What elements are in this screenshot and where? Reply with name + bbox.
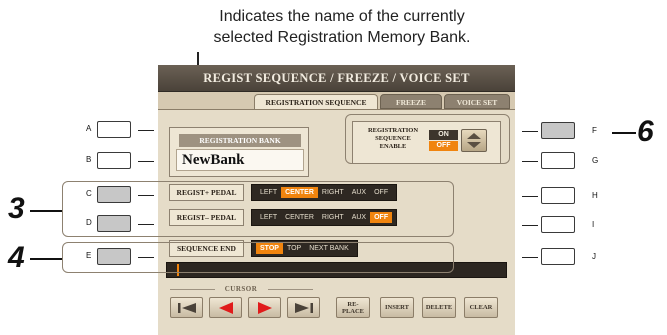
callout-3-line [30, 210, 62, 212]
replace-button-label: RE- PLACE [342, 301, 364, 315]
cursor-next-button[interactable] [248, 297, 281, 318]
key-letter-c: C [86, 189, 92, 198]
insert-button-label: INSERT [385, 304, 409, 311]
cursor-prev-button[interactable] [209, 297, 242, 318]
key-letter-f: F [592, 126, 597, 135]
key-letter-a: A [86, 124, 92, 133]
registration-bank-label: REGISTRATION BANK [179, 134, 301, 147]
delete-button-label: DELETE [425, 304, 453, 311]
arrow-left-icon [218, 301, 233, 314]
cursor-label: CURSOR [224, 285, 258, 293]
insert-button[interactable]: INSERT [380, 297, 414, 318]
key-letter-b: B [86, 155, 92, 164]
side-button-f-line [522, 131, 538, 132]
key-letter-h: H [592, 191, 598, 200]
side-button-h-line [522, 196, 538, 197]
key-letter-d: D [86, 218, 92, 227]
key-letter-e: E [86, 251, 92, 260]
side-button-f[interactable] [541, 122, 575, 139]
side-button-a[interactable] [97, 121, 131, 138]
delete-button[interactable]: DELETE [422, 297, 456, 318]
key-letter-g: G [592, 156, 599, 165]
tab-registration-sequence[interactable]: REGISTRATION SEQUENCE [254, 94, 378, 109]
side-button-d-line [138, 224, 154, 225]
callout-number-6: 6 [637, 115, 654, 148]
side-button-b[interactable] [97, 152, 131, 169]
side-button-g-line [522, 161, 538, 162]
replace-label-line-1: RE- [347, 300, 359, 308]
side-button-h[interactable] [541, 187, 575, 204]
side-button-c-line [138, 195, 154, 196]
sequence-enable-highlight [345, 114, 510, 164]
registration-bank-box: REGISTRATION BANK NewBank [169, 127, 309, 177]
caption-line-1: Indicates the name of the currently [219, 8, 465, 25]
clear-button[interactable]: CLEAR [464, 297, 498, 318]
tab-voice-set[interactable]: VOICE SET [444, 94, 510, 109]
side-button-e[interactable] [97, 248, 131, 265]
side-button-i-line [522, 225, 538, 226]
side-button-j-line [522, 257, 538, 258]
side-button-d[interactable] [97, 215, 131, 232]
side-button-g[interactable] [541, 152, 575, 169]
side-button-j[interactable] [541, 248, 575, 265]
replace-label-line-2: PLACE [341, 307, 365, 315]
cursor-last-button[interactable] [287, 297, 320, 318]
skip-first-icon [177, 302, 196, 313]
callout-6-line [612, 132, 636, 134]
side-button-a-line [138, 130, 154, 131]
page-title: REGIST SEQUENCE / FREEZE / VOICE SET [158, 65, 515, 92]
clear-button-label: CLEAR [469, 304, 493, 311]
side-button-e-line [138, 257, 154, 258]
cursor-first-button[interactable] [170, 297, 203, 318]
callout-number-3: 3 [8, 192, 25, 225]
callout-4-line [30, 258, 62, 260]
key-letter-j: J [592, 252, 596, 261]
skip-last-icon [294, 302, 313, 313]
side-button-i[interactable] [541, 216, 575, 233]
arrow-right-icon [257, 301, 272, 314]
replace-button[interactable]: RE- PLACE [336, 297, 370, 318]
caption: Indicates the name of the currently sele… [152, 6, 532, 48]
caption-line-2: selected Registration Memory Bank. [213, 29, 471, 46]
tab-freeze[interactable]: FREEZE [380, 94, 442, 109]
side-button-b-line [138, 161, 154, 162]
side-button-c[interactable] [97, 186, 131, 203]
registration-bank-name[interactable]: NewBank [176, 149, 304, 171]
callout-number-4: 4 [8, 241, 25, 274]
key-letter-i: I [592, 220, 595, 229]
